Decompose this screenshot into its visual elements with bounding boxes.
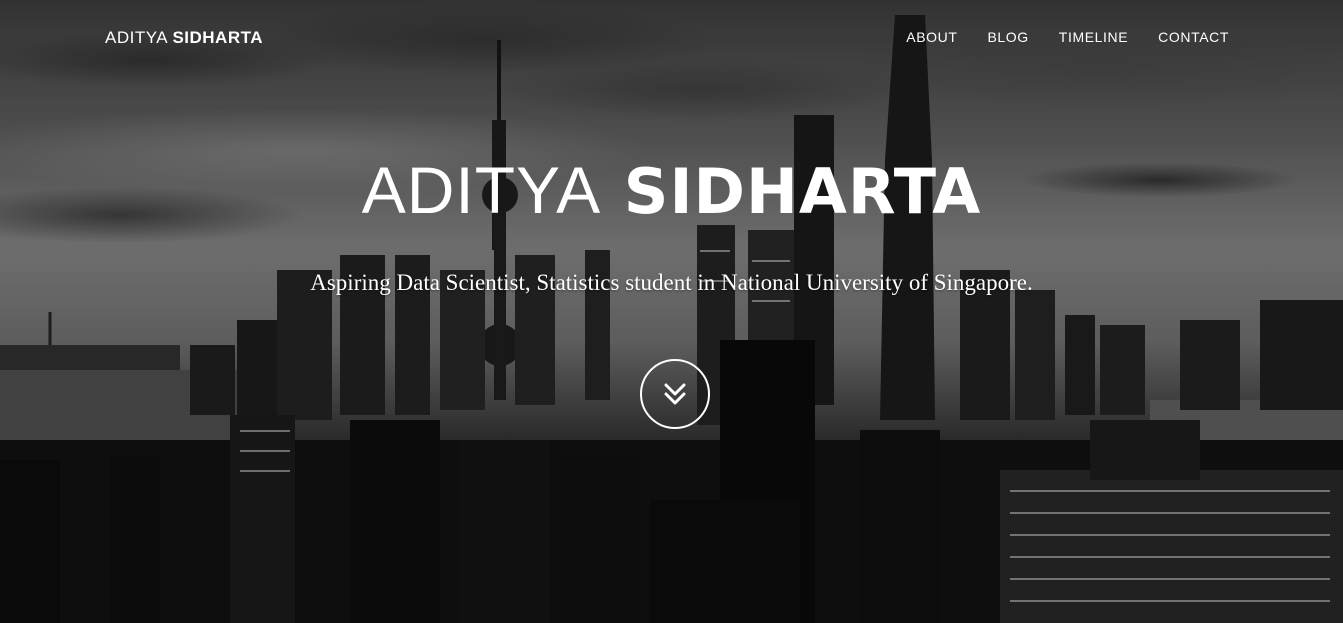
nav-link-blog[interactable]: BLOG <box>987 29 1028 45</box>
hero-title: ADITYA SIDHARTA <box>0 152 1343 228</box>
double-chevron-down-icon <box>664 383 686 405</box>
hero-subtitle: Aspiring Data Scientist, Statistics stud… <box>310 270 1033 295</box>
hero-section: ADITYA SIDHARTA ABOUT BLOG TIMELINE CONT… <box>0 0 1343 623</box>
scroll-down-button[interactable] <box>640 359 710 429</box>
hero-title-first: ADITYA <box>361 153 602 227</box>
image-overlay <box>0 0 1343 623</box>
nav-link-timeline[interactable]: TIMELINE <box>1059 29 1128 45</box>
brand-last-name: SIDHARTA <box>172 28 264 47</box>
nav-link-about[interactable]: ABOUT <box>906 29 957 45</box>
top-navbar: ADITYA SIDHARTA ABOUT BLOG TIMELINE CONT… <box>0 0 1343 78</box>
brand-logo-link[interactable]: ADITYA SIDHARTA <box>105 28 263 48</box>
nav-link-contact[interactable]: CONTACT <box>1158 29 1229 45</box>
hero-title-last: SIDHARTA <box>623 155 982 228</box>
nav-links: ABOUT BLOG TIMELINE CONTACT <box>906 29 1229 45</box>
brand-first-name: ADITYA <box>105 28 168 47</box>
